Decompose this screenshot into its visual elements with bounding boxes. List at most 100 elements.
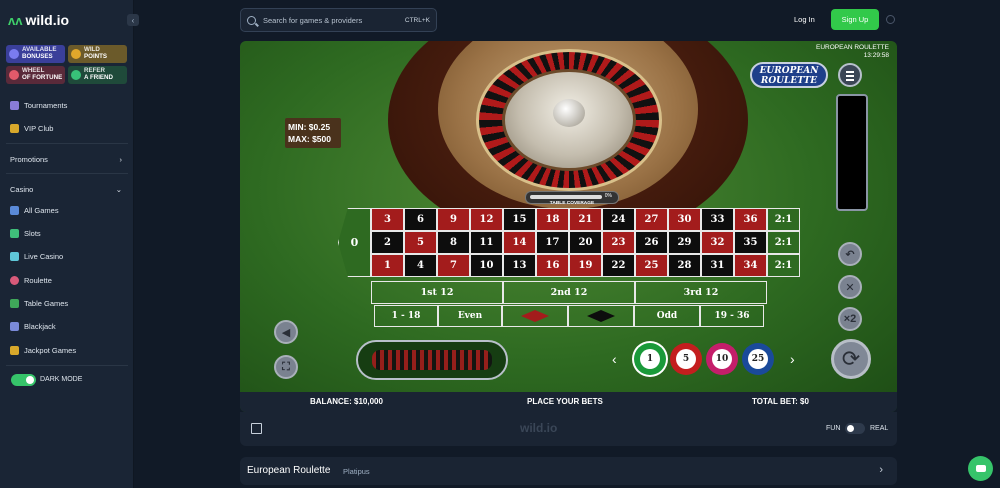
sidebar-section-casino[interactable]: Casino ⌄ <box>10 185 122 194</box>
sidebar-item-roulette[interactable]: Roulette <box>10 276 52 285</box>
divider <box>6 143 128 144</box>
language-icon[interactable] <box>886 15 895 24</box>
login-button[interactable]: Log In <box>794 15 815 24</box>
history-panel <box>836 94 868 211</box>
bet-cell-number[interactable]: 12 <box>470 208 503 231</box>
bet-cell-number[interactable]: 17 <box>536 231 569 254</box>
game-info-bar[interactable]: European Roulette Platipus › <box>240 457 897 485</box>
chat-support-button[interactable] <box>968 456 993 481</box>
bet-cell-number[interactable]: 24 <box>602 208 635 231</box>
bet-cell-number[interactable]: 11 <box>470 231 503 254</box>
column-bet-top[interactable]: 2:1 <box>767 208 800 231</box>
bet-cell-number[interactable]: 20 <box>569 231 602 254</box>
bet-cell-number[interactable]: 36 <box>734 208 767 231</box>
bet-cell-number[interactable]: 2 <box>371 231 404 254</box>
bet-cell-number[interactable]: 3 <box>371 208 404 231</box>
search-input[interactable] <box>263 15 393 25</box>
footer-brand-logo: wild.io <box>520 421 558 435</box>
bet-cell-number[interactable]: 23 <box>602 231 635 254</box>
bet-cell-number[interactable]: 4 <box>404 254 437 277</box>
bet-prompt: PLACE YOUR BETS <box>527 397 603 406</box>
signup-button[interactable]: Sign Up <box>831 9 879 30</box>
bet-cell-number[interactable]: 31 <box>701 254 734 277</box>
bet-cell-number[interactable]: 18 <box>536 208 569 231</box>
chip-10[interactable]: 10 <box>706 343 738 375</box>
wild-points-button[interactable]: WILD POINTS <box>68 45 127 63</box>
sidebar-item-all-games[interactable]: All Games <box>10 206 59 215</box>
racetrack-bet-panel[interactable] <box>356 340 508 380</box>
even-bet[interactable]: Even <box>438 305 502 327</box>
red-bet[interactable] <box>502 305 568 327</box>
dozen-bet-1[interactable]: 1st 12 <box>371 281 503 304</box>
fullscreen-game-button[interactable]: ⛶ <box>274 355 298 379</box>
sidebar-item-vip-club[interactable]: VIP Club <box>10 124 53 133</box>
spin-button[interactable]: ⟳ <box>831 339 871 379</box>
chip-5[interactable]: 5 <box>670 343 702 375</box>
sound-button[interactable]: ◀ <box>274 320 298 344</box>
fun-real-toggle[interactable] <box>845 423 865 434</box>
sidebar-item-tournaments[interactable]: Tournaments <box>10 101 67 110</box>
bet-cell-number[interactable]: 32 <box>701 231 734 254</box>
dozen-bet-2[interactable]: 2nd 12 <box>503 281 635 304</box>
bet-cell-number[interactable]: 25 <box>635 254 668 277</box>
bet-cell-number[interactable]: 29 <box>668 231 701 254</box>
bet-cell-number[interactable]: 16 <box>536 254 569 277</box>
bet-cell-number[interactable]: 28 <box>668 254 701 277</box>
grid-icon <box>10 206 19 215</box>
chip-next-arrow[interactable]: › <box>790 351 795 367</box>
bet-cell-number[interactable]: 27 <box>635 208 668 231</box>
bet-cell-number[interactable]: 30 <box>668 208 701 231</box>
bet-cell-number[interactable]: 14 <box>503 231 536 254</box>
column-bet-bottom[interactable]: 2:1 <box>767 254 800 277</box>
low-bet[interactable]: 1 - 18 <box>374 305 438 327</box>
bet-cell-number[interactable]: 13 <box>503 254 536 277</box>
bet-cell-number[interactable]: 22 <box>602 254 635 277</box>
bet-cell-number[interactable]: 5 <box>404 231 437 254</box>
undo-button[interactable]: ↶ <box>838 242 862 266</box>
dark-mode-toggle[interactable] <box>11 374 36 386</box>
black-bet[interactable] <box>568 305 634 327</box>
collapse-sidebar-button[interactable]: ‹ <box>127 14 139 26</box>
bet-cell-number[interactable]: 7 <box>437 254 470 277</box>
available-bonuses-button[interactable]: AVAILABLE BONUSES <box>6 45 65 63</box>
fullscreen-icon[interactable] <box>251 423 262 434</box>
speaker-icon: ◀ <box>281 326 291 339</box>
bet-cell-zero[interactable]: 0 <box>338 208 371 277</box>
chip-1[interactable]: 1 <box>634 343 666 375</box>
bet-limits: MIN: $0.25 MAX: $500 <box>285 118 341 148</box>
search-bar[interactable]: CTRL+K <box>240 8 437 32</box>
chip-prev-arrow[interactable]: ‹ <box>612 351 617 367</box>
high-bet[interactable]: 19 - 36 <box>700 305 764 327</box>
sidebar-item-slots[interactable]: Slots <box>10 229 41 238</box>
sidebar-item-blackjack[interactable]: Blackjack <box>10 322 56 331</box>
double-bet-button[interactable]: ×2 <box>838 307 862 331</box>
bet-cell-number[interactable]: 8 <box>437 231 470 254</box>
brand-logo[interactable]: ʌʌ wild.io <box>8 12 69 28</box>
bet-cell-number[interactable]: 21 <box>569 208 602 231</box>
bet-cell-number[interactable]: 10 <box>470 254 503 277</box>
bet-cell-number[interactable]: 35 <box>734 231 767 254</box>
sidebar-section-promotions[interactable]: Promotions › <box>10 155 122 164</box>
dozen-bet-3[interactable]: 3rd 12 <box>635 281 767 304</box>
sidebar-item-live-casino[interactable]: Live Casino <box>10 252 63 261</box>
cards-icon <box>10 322 19 331</box>
sidebar-item-table-games[interactable]: Table Games <box>10 299 68 308</box>
game-menu-button[interactable] <box>838 63 862 87</box>
column-bet-middle[interactable]: 2:1 <box>767 231 800 254</box>
bet-cell-number[interactable]: 1 <box>371 254 404 277</box>
odd-bet[interactable]: Odd <box>634 305 700 327</box>
bet-cell-number[interactable]: 15 <box>503 208 536 231</box>
bet-cell-number[interactable]: 33 <box>701 208 734 231</box>
bet-cell-number[interactable]: 6 <box>404 208 437 231</box>
bet-cell-number[interactable]: 19 <box>569 254 602 277</box>
bet-cell-number[interactable]: 9 <box>437 208 470 231</box>
game-frame[interactable]: 0% TABLE COVERAGE EUROPEAN ROULETTE 13:2… <box>240 41 897 412</box>
chip-25[interactable]: 25 <box>742 343 774 375</box>
clear-bets-button[interactable]: ✕ <box>838 275 862 299</box>
min-bet: MIN: $0.25 <box>288 122 331 132</box>
bet-cell-number[interactable]: 26 <box>635 231 668 254</box>
sidebar-item-jackpot-games[interactable]: Jackpot Games <box>10 346 76 355</box>
refer-a-friend-button[interactable]: REFER A FRIEND <box>68 66 127 84</box>
bet-cell-number[interactable]: 34 <box>734 254 767 277</box>
wheel-of-fortune-button[interactable]: WHEEL OF FORTUNE <box>6 66 65 84</box>
